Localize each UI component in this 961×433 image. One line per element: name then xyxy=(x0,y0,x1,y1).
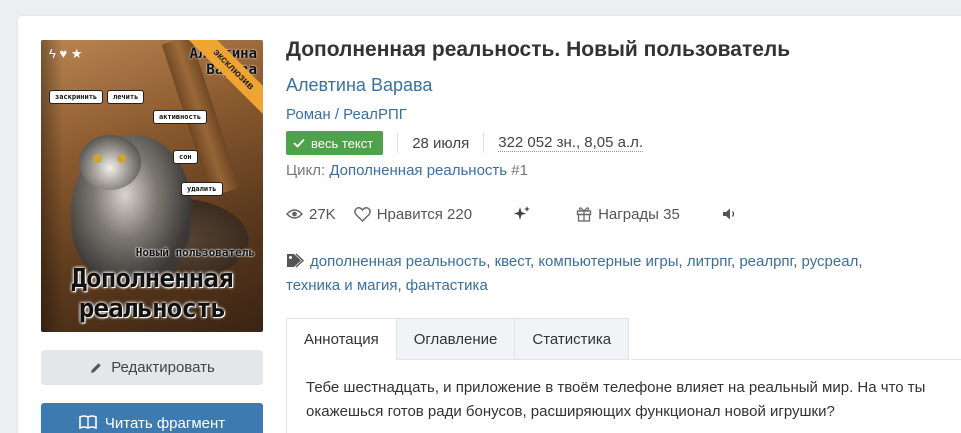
genre-link[interactable]: РеалРПГ xyxy=(343,106,407,123)
tab-statistics[interactable]: Статистика xyxy=(515,318,630,360)
cover-icons: ϟ ♥ ★ xyxy=(49,46,83,61)
cover-cat-head xyxy=(79,135,141,190)
tag-link[interactable]: фантастика xyxy=(406,277,488,294)
tabs-bar: Аннотация Оглавление Статистика xyxy=(286,318,630,360)
awards-button[interactable]: Награды 35 xyxy=(576,206,680,223)
genre-separator: / xyxy=(334,106,339,123)
tag-link[interactable]: квест xyxy=(495,253,530,270)
edit-button-label: Редактировать xyxy=(111,359,215,376)
cover-cat-eye xyxy=(117,154,126,163)
book-meta: весь текст 28 июля 322 052 зн., 8,05 а.л… xyxy=(286,131,644,155)
read-fragment-label: Читать фрагмент xyxy=(104,415,226,432)
cover-tag: заскринить xyxy=(49,90,104,104)
tag-link[interactable]: дополненная реальность xyxy=(310,253,486,270)
pencil-icon xyxy=(89,361,103,375)
cover-cat-eye xyxy=(93,154,102,163)
likes-label: Нравится 220 xyxy=(376,205,473,223)
annotation-text: Тебе шестнадцать, и приложение в твоём т… xyxy=(306,379,926,420)
series-number: #1 xyxy=(511,162,528,179)
sparkle-icon xyxy=(512,205,532,223)
series-link[interactable]: Дополненная реальность xyxy=(329,162,507,179)
book-title: Дополненная реальность. Новый пользовате… xyxy=(286,38,791,61)
stats-bar: 27K Нравится 220 Награды 35 xyxy=(286,205,738,223)
check-icon xyxy=(293,138,305,148)
views-stat: 27K xyxy=(286,206,336,223)
speaker-icon xyxy=(722,207,738,221)
tag-link[interactable]: техника и магия xyxy=(286,277,397,294)
edit-button[interactable]: Редактировать xyxy=(41,350,263,385)
genres: Роман / РеалРПГ xyxy=(286,106,407,123)
awards-label: Награды 35 xyxy=(598,205,680,223)
book-size: 322 052 зн., 8,05 а.л. xyxy=(498,134,644,152)
gift-icon xyxy=(576,206,592,222)
tag-link[interactable]: реалрпг xyxy=(739,253,793,270)
book-open-icon xyxy=(79,415,97,429)
series-label: Цикл: xyxy=(286,162,326,179)
cover-tag: активность xyxy=(153,110,208,124)
divider xyxy=(397,133,399,153)
tag-link[interactable]: литрпг xyxy=(687,253,731,270)
like-button[interactable]: Нравится 220 xyxy=(353,205,473,223)
audio-button[interactable] xyxy=(722,207,738,221)
read-fragment-button[interactable]: Читать фрагмент xyxy=(41,403,263,433)
cover-tag: лечить xyxy=(107,90,145,104)
tags-list: дополненная реальность, квест, компьютер… xyxy=(286,253,863,294)
full-text-badge: весь текст xyxy=(286,131,384,155)
series-line: Цикл: Дополненная реальность #1 xyxy=(286,162,528,179)
publish-date: 28 июля xyxy=(412,134,470,152)
tag-link[interactable]: русреал xyxy=(802,253,859,270)
tab-annotation[interactable]: Аннотация xyxy=(286,318,397,360)
book-cover[interactable]: ϟ ♥ ★ Алевтина Варава заскринить лечить … xyxy=(41,40,263,332)
cover-tag: удалить xyxy=(181,182,223,196)
sparkle-button[interactable] xyxy=(512,205,532,223)
views-count: 27K xyxy=(309,205,336,223)
genre-link[interactable]: Роман xyxy=(286,106,331,123)
divider xyxy=(483,133,485,153)
cover-subtitle: Новый пользователь xyxy=(135,246,255,259)
full-text-badge-label: весь текст xyxy=(311,135,374,151)
eye-icon xyxy=(286,208,303,220)
tag-link[interactable]: компьютерные игры xyxy=(538,253,678,270)
tag-icon xyxy=(286,253,306,268)
author-link[interactable]: Алевтина Варава xyxy=(286,75,432,96)
cover-title-line: Дополненная xyxy=(71,264,233,294)
cover-title: Дополненная реальность xyxy=(43,264,261,324)
tab-contents[interactable]: Оглавление xyxy=(396,318,516,360)
cover-tag: сон xyxy=(173,150,198,164)
heart-icon xyxy=(353,206,371,222)
cover-title-line: реальность xyxy=(78,294,227,324)
